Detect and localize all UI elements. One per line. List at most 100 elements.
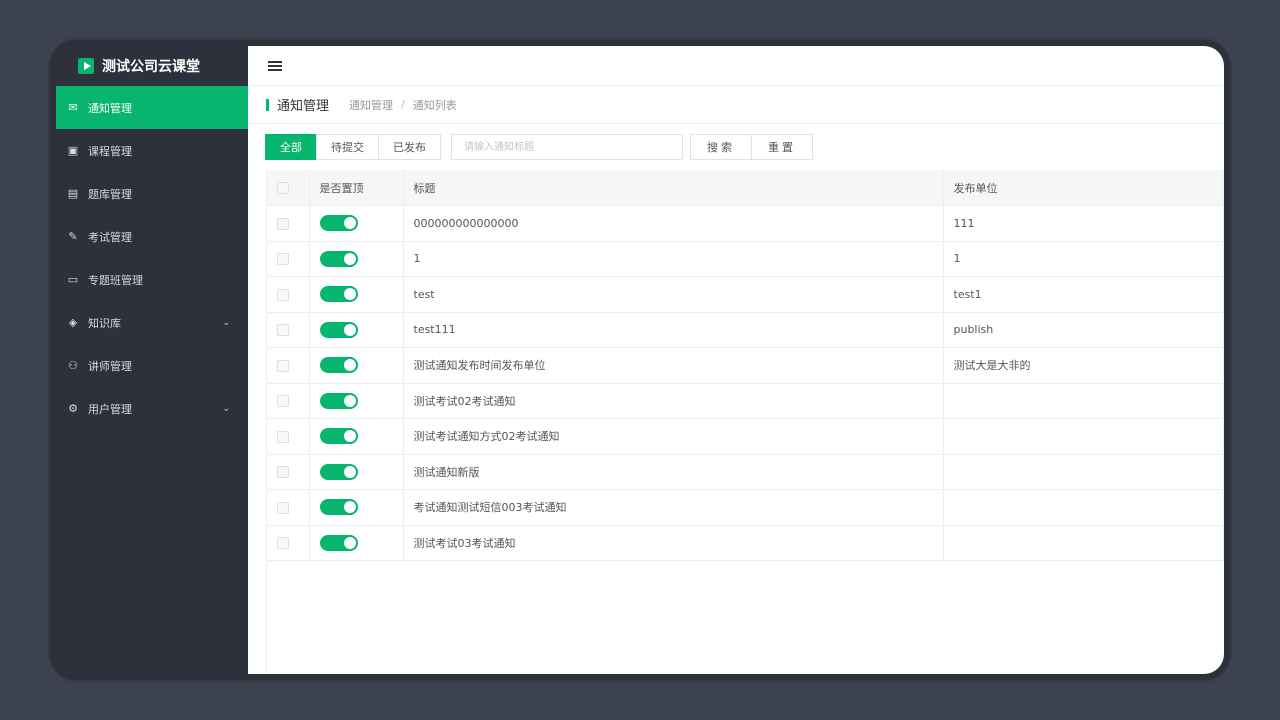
select-all-cell — [267, 170, 310, 206]
row-select-cell — [267, 205, 310, 242]
chevron-down-icon[interactable]: ⌄ — [222, 318, 230, 328]
pinned-toggle[interactable] — [319, 357, 358, 374]
pinned-cell — [309, 347, 404, 384]
pinned-cell — [309, 525, 404, 561]
sidebar-item[interactable]: ✎ 考试管理 — [56, 215, 248, 258]
row-checkbox[interactable] — [277, 395, 289, 408]
row-checkbox[interactable] — [277, 359, 289, 372]
row-checkbox[interactable] — [277, 217, 289, 230]
table-row[interactable]: 11 — [267, 241, 1224, 277]
title-cell: 考试通知测试短信003考试通知 — [403, 489, 944, 526]
status-tab[interactable]: 待提交 — [316, 134, 379, 160]
pinned-toggle[interactable] — [319, 499, 358, 516]
table-row[interactable]: 测试考试通知方式02考试通知 — [267, 418, 1224, 455]
sidebar-item-label: 用户管理 — [88, 402, 132, 416]
title-cell: 1 — [403, 241, 944, 277]
unit-cell — [943, 454, 1224, 490]
table-header-row: 是否置顶 标题 发布单位 — [267, 170, 1224, 206]
sidebar-item-label: 专题班管理 — [88, 273, 143, 287]
title-cell: 测试考试02考试通知 — [403, 383, 944, 419]
main-content: 通知管理 通知管理 / 通知列表 全部待提交已发布 搜索 重置 — [248, 46, 1224, 674]
pinned-toggle[interactable] — [319, 534, 358, 551]
title-cell: 测试通知发布时间发布单位 — [403, 347, 944, 384]
app-title: 测试公司云课堂 — [102, 59, 200, 75]
table-row[interactable]: 测试通知新版 — [267, 454, 1224, 490]
hamburger-menu-icon[interactable] — [268, 60, 282, 71]
row-select-cell — [267, 489, 310, 526]
pinned-cell — [309, 312, 404, 348]
pinned-toggle[interactable] — [319, 392, 358, 409]
knowledge-icon: ◈ — [68, 316, 78, 329]
pinned-cell — [309, 241, 404, 277]
table-row[interactable]: 测试考试03考试通知 — [267, 525, 1224, 561]
page-header: 通知管理 通知管理 / 通知列表 — [248, 86, 1224, 124]
sidebar-item[interactable]: ▣ 课程管理 — [56, 129, 248, 172]
sidebar-menu: ✉ 通知管理 ▣ 课程管理 ▤ 题库管理 ✎ 考试管理 ▭ 专题班管理 ◈ 知识库 ⌄ ⚇ 讲师管理 ⚙ 用户管… — [56, 86, 248, 430]
app-window: 测试公司云课堂 ✉ 通知管理 ▣ 课程管理 ▤ 题库管理 ✎ 考试管理 ▭ 专题班管理 ◈ 知识库 ⌄ ⚇… — [50, 40, 1230, 680]
sidebar-item[interactable]: ▤ 题库管理 — [56, 172, 248, 215]
sidebar-item-label: 题库管理 — [88, 187, 132, 201]
search-button[interactable]: 搜索 — [690, 134, 752, 160]
brand: 测试公司云课堂 — [56, 46, 248, 86]
pinned-cell — [309, 276, 404, 313]
pinned-toggle[interactable] — [319, 250, 358, 267]
column-header-title: 标题 — [403, 170, 944, 206]
unit-cell — [943, 525, 1224, 561]
table-row[interactable]: 考试通知测试短信003考试通知 — [267, 489, 1224, 526]
notice-table: 是否置顶 标题 发布单位 000000000000000 111 1 1 test tes… — [267, 170, 1224, 561]
row-select-cell — [267, 418, 310, 455]
status-tab[interactable]: 全部 — [265, 134, 317, 160]
table-row[interactable]: test111 publish — [267, 312, 1224, 348]
user-icon: ⚇ — [68, 359, 78, 372]
sidebar-item[interactable]: ✉ 通知管理 — [56, 86, 248, 129]
pinned-toggle[interactable] — [319, 428, 358, 445]
breadcrumb-item[interactable]: 通知管理 — [349, 97, 393, 113]
question-bank-icon: ▤ — [67, 187, 79, 200]
title-accent-bar — [266, 98, 269, 111]
sidebar-item[interactable]: ◈ 知识库 ⌄ — [56, 301, 248, 344]
breadcrumb-current: 通知列表 — [412, 98, 457, 112]
search-input[interactable] — [451, 134, 683, 160]
sidebar-item[interactable]: ⚇ 讲师管理 — [56, 344, 248, 387]
row-checkbox[interactable] — [277, 501, 289, 514]
class-icon: ▭ — [67, 273, 79, 286]
unit-cell: publish — [943, 312, 1224, 348]
table-row[interactable]: test test1 — [267, 276, 1224, 313]
pinned-toggle[interactable] — [319, 321, 358, 338]
reset-button[interactable]: 重置 — [751, 134, 813, 160]
row-checkbox[interactable] — [277, 324, 289, 337]
pinned-cell — [309, 383, 404, 419]
table-body: 000000000000000 111 1 1 test test1 test111 publ… — [267, 205, 1224, 561]
row-checkbox[interactable] — [277, 430, 289, 443]
pen-icon: ✎ — [68, 230, 78, 243]
sidebar-item[interactable]: ▭ 专题班管理 — [56, 258, 248, 301]
title-cell: 000000000000000 — [403, 205, 944, 242]
row-checkbox[interactable] — [277, 466, 289, 479]
chevron-down-icon[interactable]: ⌄ — [222, 404, 230, 414]
sidebar-item-label: 讲师管理 — [88, 359, 132, 373]
table-row[interactable]: 测试考试02考试通知 — [267, 383, 1224, 419]
status-tabs: 全部 待提交 已发布 — [265, 134, 441, 160]
select-all-checkbox[interactable] — [277, 182, 289, 194]
table-row[interactable]: 000000000000000 111 — [267, 205, 1224, 242]
status-tab[interactable]: 已发布 — [378, 134, 441, 160]
pinned-toggle[interactable] — [319, 215, 358, 232]
filter-toolbar: 全部待提交已发布 搜索 重置 — [248, 124, 1224, 170]
unit-cell — [943, 383, 1224, 419]
row-select-cell — [267, 383, 310, 419]
unit-cell: 111 — [943, 205, 1224, 242]
row-select-cell — [267, 241, 310, 277]
sidebar-item[interactable]: ⚙ 用户管理 ⌄ — [56, 387, 248, 430]
pinned-toggle[interactable] — [319, 286, 358, 303]
title-cell: 测试考试通知方式02考试通知 — [403, 418, 944, 455]
pinned-toggle[interactable] — [319, 463, 358, 480]
row-select-cell — [267, 454, 310, 490]
row-checkbox[interactable] — [277, 288, 289, 301]
title-cell: test111 — [403, 312, 944, 348]
sidebar-item-label: 通知管理 — [88, 101, 132, 115]
unit-cell: 测试大是大非的 — [943, 347, 1224, 384]
row-checkbox[interactable] — [277, 253, 289, 266]
table-row[interactable]: 测试通知发布时间发布单位 测试大是大非的 — [267, 347, 1224, 384]
row-checkbox[interactable] — [277, 537, 289, 550]
title-cell: test — [403, 276, 944, 313]
